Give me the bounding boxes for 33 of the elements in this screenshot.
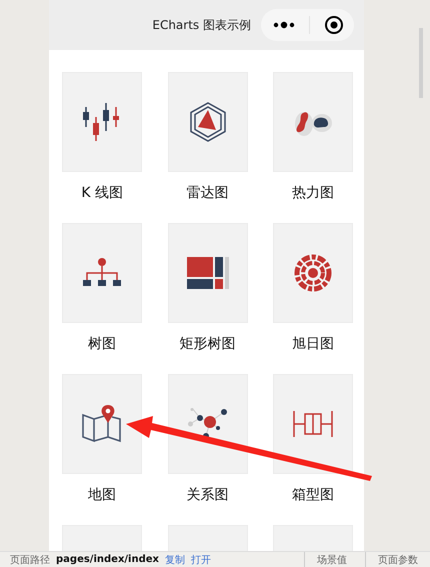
params-tab[interactable]: 页面参数 — [365, 552, 430, 567]
chart-label: 箱型图 — [292, 486, 334, 504]
chart-tile[interactable] — [273, 374, 354, 474]
chart-tile[interactable] — [168, 374, 248, 474]
chart-label: 关系图 — [186, 486, 229, 504]
copy-link[interactable]: 复制 — [164, 552, 185, 566]
chart-tile[interactable] — [168, 72, 248, 172]
sunburst-icon — [293, 253, 334, 293]
chart-label: 矩形树图 — [180, 335, 236, 353]
close-icon[interactable] — [324, 15, 344, 35]
more-icon[interactable] — [272, 21, 295, 29]
chart-label: K 线图 — [81, 184, 123, 202]
radar-icon — [190, 102, 226, 142]
chart-label: 树图 — [88, 335, 116, 353]
boxplot-icon — [293, 411, 334, 437]
chart-label: 雷达图 — [186, 184, 229, 202]
chart-label: 热力图 — [292, 184, 334, 202]
chart-tile[interactable] — [62, 223, 142, 323]
tree-icon — [83, 258, 122, 288]
chart-tile[interactable] — [62, 374, 142, 474]
chart-tile[interactable] — [273, 72, 354, 172]
chart-tile[interactable] — [168, 223, 248, 323]
chart-label: 旭日图 — [292, 335, 334, 353]
page-title: ECharts 图表示例 — [152, 16, 251, 34]
page-path: pages/index/index — [56, 554, 159, 565]
treemap-icon — [186, 257, 229, 289]
map-pin-icon — [82, 405, 122, 443]
chart-tile[interactable] — [273, 223, 354, 323]
chart-label: 地图 — [88, 486, 116, 504]
scene-tab[interactable]: 场景值 — [304, 552, 359, 567]
open-link[interactable]: 打开 — [190, 552, 211, 566]
path-label: 页面路径 — [10, 554, 50, 566]
chart-tile[interactable] — [62, 72, 142, 172]
